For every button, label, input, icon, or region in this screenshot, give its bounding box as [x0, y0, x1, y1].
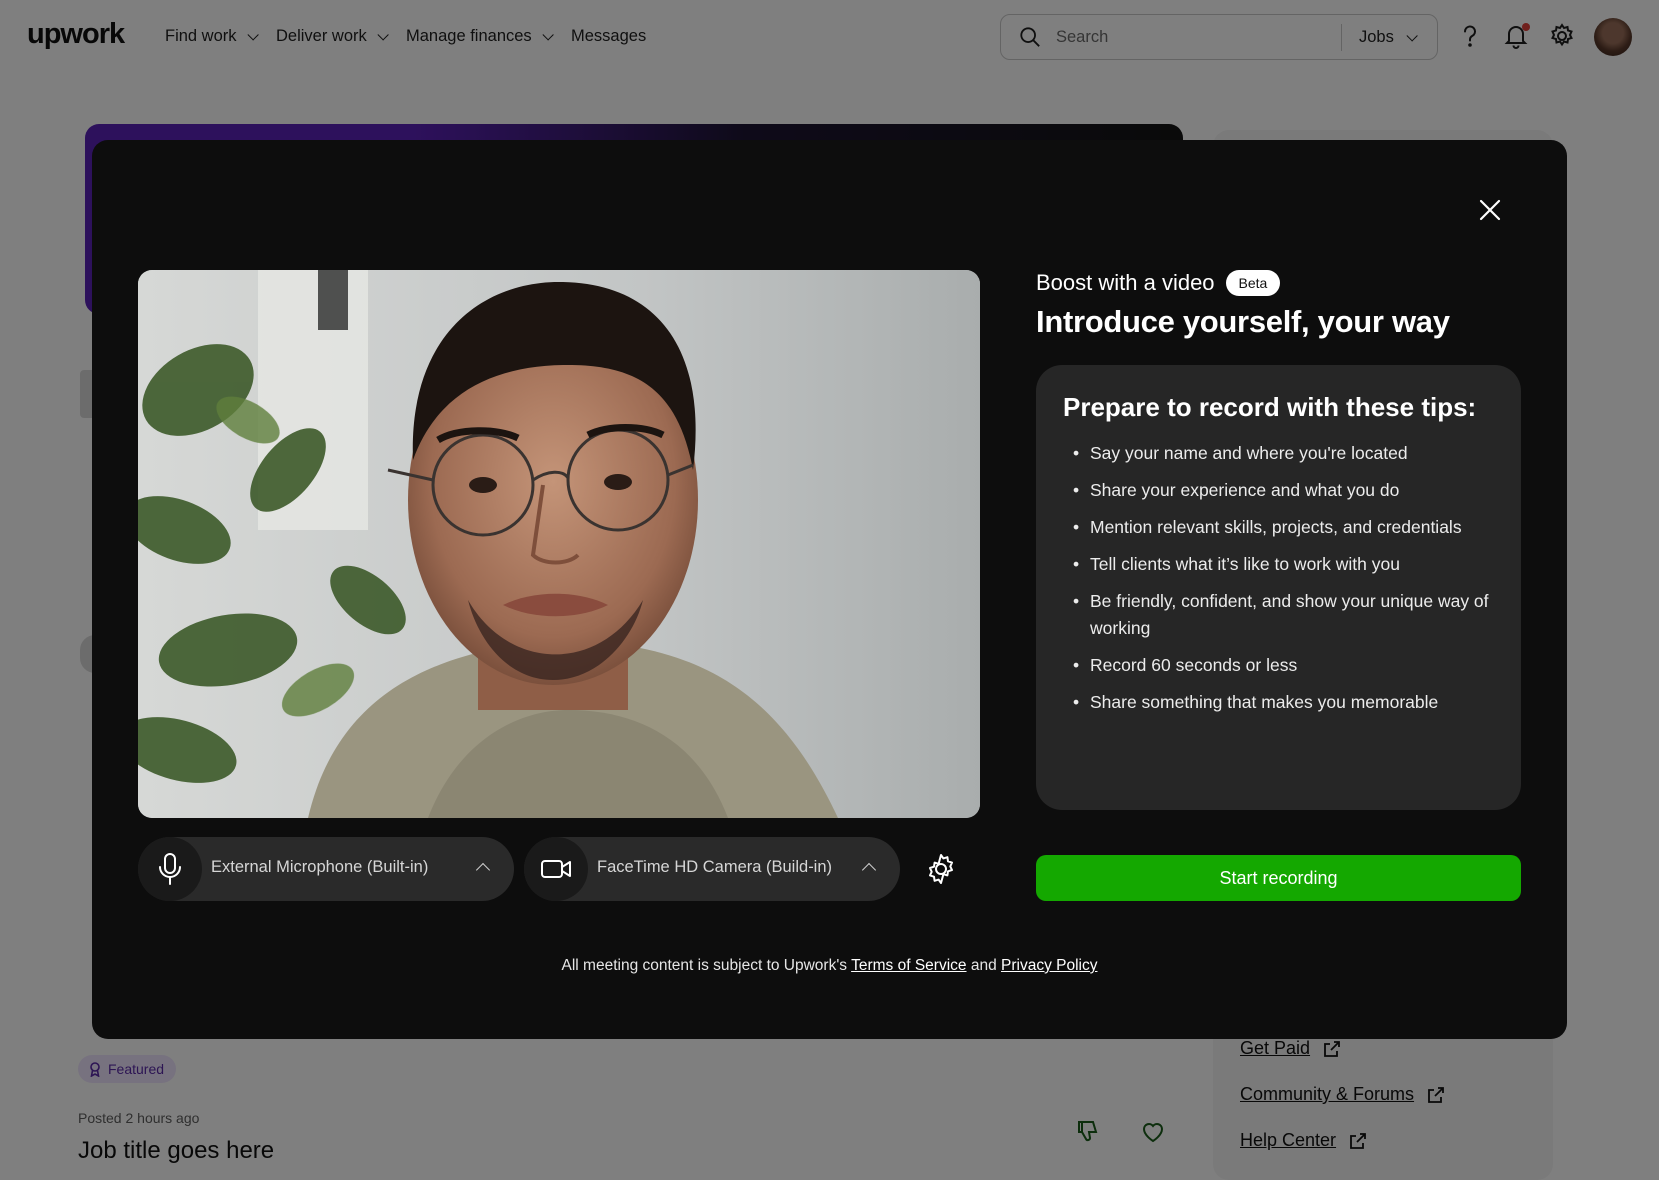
microphone-selector[interactable]: External Microphone (Built-in) — [138, 837, 514, 901]
terms-of-service-link[interactable]: Terms of Service — [851, 957, 966, 974]
close-icon[interactable] — [1475, 195, 1505, 225]
chevron-up-icon — [475, 862, 491, 878]
tip-item: Be friendly, confident, and show your un… — [1063, 588, 1493, 642]
gear-icon[interactable] — [925, 853, 957, 885]
modal-headline: Introduce yourself, your way — [1036, 304, 1450, 339]
camera-selector[interactable]: FaceTime HD Camera (Build-in) — [524, 837, 900, 901]
tips-list: Say your name and where you're located S… — [1063, 440, 1493, 726]
tip-item: Record 60 seconds or less — [1063, 652, 1493, 679]
tip-item: Tell clients what it’s like to work with… — [1063, 551, 1493, 578]
video-intro-modal: External Microphone (Built-in) FaceTime … — [92, 140, 1567, 1039]
tip-item: Mention relevant skills, projects, and c… — [1063, 514, 1493, 541]
start-recording-button[interactable]: Start recording — [1036, 855, 1521, 901]
chevron-up-icon — [861, 862, 877, 878]
tip-item: Share your experience and what you do — [1063, 477, 1493, 504]
legal-notice: All meeting content is subject to Upwork… — [561, 957, 1098, 974]
camera-preview — [138, 270, 980, 818]
privacy-policy-link[interactable]: Privacy Policy — [1001, 957, 1097, 974]
tips-panel: Prepare to record with these tips: Say y… — [1036, 365, 1521, 810]
tips-title: Prepare to record with these tips: — [1063, 392, 1477, 422]
eyebrow-text: Boost with a video — [1036, 270, 1215, 295]
video-camera-icon — [541, 860, 571, 878]
camera-preview-image — [138, 270, 980, 818]
tip-item: Share something that makes you memorable — [1063, 689, 1493, 716]
microphone-label: External Microphone (Built-in) — [211, 858, 429, 876]
camera-label: FaceTime HD Camera (Build-in) — [597, 858, 833, 876]
microphone-icon — [159, 853, 181, 885]
tip-item: Say your name and where you're located — [1063, 440, 1493, 467]
modal-eyebrow: Boost with a video Beta — [1036, 270, 1281, 296]
beta-badge: Beta — [1225, 270, 1281, 296]
